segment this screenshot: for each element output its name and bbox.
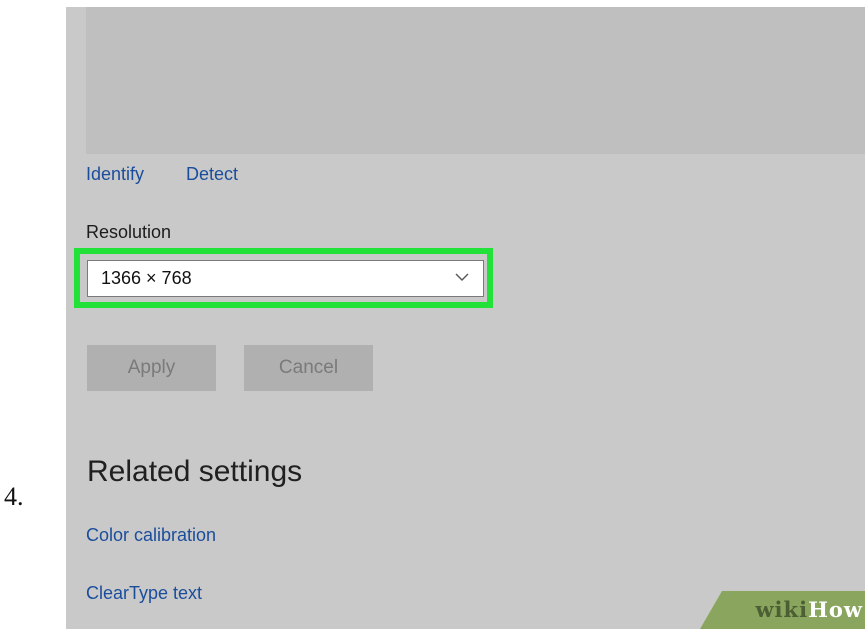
cancel-button[interactable]: Cancel [244,345,373,391]
identify-link[interactable]: Identify [86,164,144,185]
cleartype-text-link[interactable]: ClearType text [86,583,202,604]
watermark-how: How [808,597,863,622]
resolution-dropdown[interactable]: 1366 × 768 [87,260,484,297]
watermark-text: wikiHow [755,597,863,622]
resolution-label: Resolution [86,222,172,242]
wikihow-watermark: wikiHow [700,591,865,629]
color-calibration-link[interactable]: Color calibration [86,525,216,546]
watermark-wiki: wiki [755,597,809,622]
detect-link[interactable]: Detect [186,164,238,185]
chevron-down-icon [455,273,469,281]
display-settings-panel: Identify Detect Resolution 1366 × 768 Ap… [66,7,865,629]
step-number: 4. [4,482,24,511]
related-settings-heading: Related settings [87,455,303,488]
apply-button[interactable]: Apply [87,345,216,391]
resolution-selected-value: 1366 × 768 [101,268,192,288]
display-preview-area [86,7,865,154]
